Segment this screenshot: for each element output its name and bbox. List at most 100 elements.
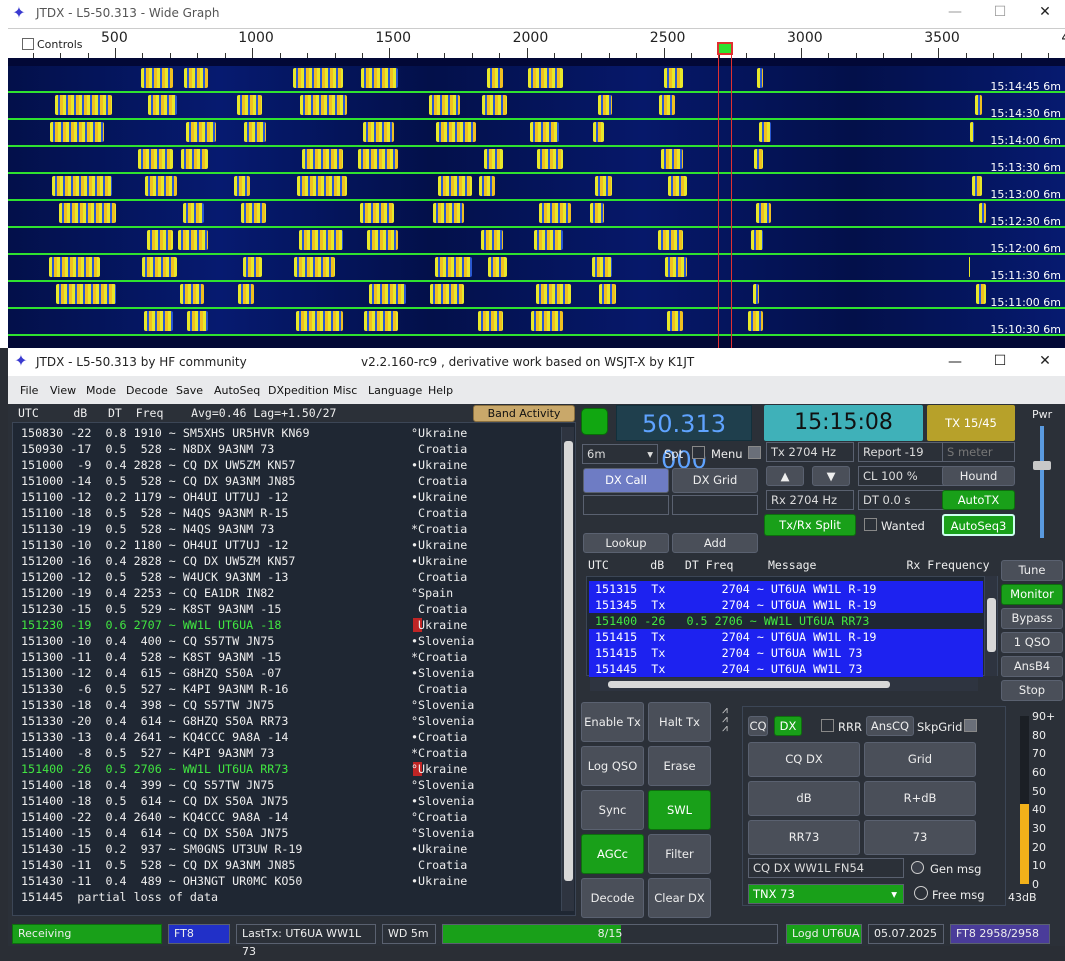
- rx-line[interactable]: 151345 Tx 2704 ~ UT6UA WW1L R-19: [589, 597, 983, 613]
- decode-line[interactable]: 151400 -15 0.4 614 ~ CQ DX S50A JN75: [21, 825, 288, 841]
- up-arrow-button[interactable]: ▲: [766, 466, 804, 486]
- checkbox-icon[interactable]: [22, 38, 34, 50]
- decode-line[interactable]: 151330 -13 0.4 2641 ~ KQ4CCC 9A8A -14: [21, 729, 288, 745]
- decode-line[interactable]: 151400 -8 0.5 527 ~ K4PI 9A3NM 73: [21, 745, 274, 761]
- wanted-checkbox[interactable]: [864, 518, 877, 531]
- rx-line[interactable]: 151400 -26 0.5 2706 ~ WW1L UT6UA RR73: [589, 613, 983, 629]
- menu-item-view[interactable]: View: [50, 384, 76, 397]
- add-button[interactable]: Add: [672, 533, 758, 553]
- band-select[interactable]: 6m ▾: [582, 444, 658, 464]
- minimize-icon[interactable]: —: [940, 4, 970, 22]
- menu-item-file[interactable]: File: [20, 384, 38, 397]
- button-filter[interactable]: Filter: [648, 834, 711, 874]
- decode-line[interactable]: 151300 -10 0.4 400 ~ CQ S57TW JN75: [21, 633, 274, 649]
- button-agcc[interactable]: AGCc: [581, 834, 644, 874]
- power-slider-handle[interactable]: [1033, 461, 1051, 470]
- rrr-checkbox[interactable]: [821, 719, 834, 732]
- dx-grid-input[interactable]: [672, 495, 758, 515]
- dx-grid-button[interactable]: DX Grid: [672, 468, 758, 493]
- dial-frequency[interactable]: 50.313 000: [616, 405, 752, 474]
- free-msg-combo[interactable]: TNX 73 ▾: [748, 884, 904, 904]
- cq-button[interactable]: CQ: [748, 716, 768, 736]
- tx-frequency-spinbox[interactable]: Tx 2704 Hz: [766, 442, 854, 462]
- button-swl-mode[interactable]: SWL mode: [648, 790, 711, 855]
- autotx-button[interactable]: AutoTX: [942, 490, 1015, 510]
- decode-line[interactable]: 151430 -15 0.2 937 ~ SM0GNS UT3UW R-19: [21, 841, 302, 857]
- gen-msg-radio[interactable]: [911, 861, 924, 874]
- tx-rx-split-button[interactable]: Tx/Rx Split: [764, 514, 856, 536]
- dt-spinbox[interactable]: DT 0.0 s: [858, 490, 946, 510]
- dx-call-button[interactable]: DX Call: [583, 468, 669, 493]
- decode-line[interactable]: 151000 -14 0.5 528 ~ CQ DX 9A3NM JN85: [21, 473, 295, 489]
- decode-line[interactable]: 151000 -9 0.4 2828 ~ CQ DX UW5ZM KN57: [21, 457, 295, 473]
- button-enable-tx[interactable]: Enable Tx: [581, 702, 644, 742]
- free-msg-radio[interactable]: [914, 886, 928, 900]
- decode-line[interactable]: 151330 -20 0.4 614 ~ G8HZQ S50A RR73: [21, 713, 288, 729]
- menu-item-language[interactable]: Language: [368, 384, 422, 397]
- menu-checkbox[interactable]: [748, 446, 761, 459]
- menu-item-decode[interactable]: Decode: [126, 384, 168, 397]
- menu-item-mode[interactable]: Mode: [86, 384, 116, 397]
- msg-button-r-db[interactable]: R+dB: [864, 781, 976, 816]
- dx-button[interactable]: DX: [774, 716, 802, 736]
- lookup-button[interactable]: Lookup: [583, 533, 669, 553]
- decode-line[interactable]: 151200 -12 0.5 528 ~ W4UCK 9A3NM -13: [21, 569, 288, 585]
- menu-item-dxpedition[interactable]: DXpedition: [268, 384, 329, 397]
- tx-period-button[interactable]: TX 15/45: [927, 405, 1015, 441]
- rx-list-hscrollbar[interactable]: [590, 678, 978, 691]
- minimize-icon[interactable]: —: [940, 354, 970, 372]
- msg-button-grid[interactable]: Grid: [864, 742, 976, 777]
- decode-line[interactable]: 151130 -10 0.2 1180 ~ OH4UI UT7UJ -12: [21, 537, 288, 553]
- decode-line[interactable]: 151230 -19 0.6 2707 ~ WW1L UT6UA -18: [21, 617, 281, 633]
- autoseq-button[interactable]: AutoSeq3: [942, 514, 1015, 536]
- decode-scrollbar[interactable]: [561, 427, 574, 911]
- scrollbar-thumb[interactable]: [564, 441, 573, 881]
- msg-button-db[interactable]: dB: [748, 781, 860, 816]
- decode-line[interactable]: 151400 -22 0.4 2640 ~ KQ4CCC 9A8A -14: [21, 809, 288, 825]
- power-slider[interactable]: [1040, 426, 1044, 538]
- menu-item-autoseq[interactable]: AutoSeq: [214, 384, 260, 397]
- button-ansb4[interactable]: AnsB4: [1001, 656, 1063, 677]
- msg-button-cq-dx[interactable]: CQ DX: [748, 742, 860, 777]
- scrollbar-thumb[interactable]: [987, 598, 996, 652]
- rx-line[interactable]: 151415 Tx 2704 ~ UT6UA WW1L 73: [589, 645, 983, 661]
- down-arrow-button[interactable]: ▼: [812, 466, 850, 486]
- button-clear-dx[interactable]: Clear DX: [648, 878, 711, 918]
- decode-line[interactable]: 150930 -17 0.5 528 ~ N8DX 9A3NM 73: [21, 441, 274, 457]
- anscq-button[interactable]: AnsCQ: [866, 716, 914, 736]
- button-stop[interactable]: Stop: [1001, 680, 1063, 701]
- msg-button-rr73[interactable]: RR73: [748, 820, 860, 855]
- button-sync[interactable]: Sync: [581, 790, 644, 830]
- dx-call-input[interactable]: [583, 495, 669, 515]
- decode-line[interactable]: 151100 -12 0.2 1179 ~ OH4UI UT7UJ -12: [21, 489, 288, 505]
- button-halt-tx[interactable]: Halt Tx: [648, 702, 711, 742]
- button-log-qso[interactable]: Log QSO: [581, 746, 644, 786]
- hound-button[interactable]: Hound: [942, 466, 1015, 486]
- button-decode[interactable]: Decode: [581, 878, 644, 918]
- controls-checkbox[interactable]: Controls: [22, 38, 83, 51]
- msg-button-73[interactable]: 73: [864, 820, 976, 855]
- waterfall[interactable]: 15:14:45 6m 15:14:30 6m 15:14:00 6m 15:13:3…: [8, 58, 1065, 348]
- menu-item-help[interactable]: Help: [428, 384, 453, 397]
- s-meter-field[interactable]: S meter: [942, 442, 1015, 462]
- decode-line[interactable]: 151100 -18 0.5 528 ~ N4QS 9A3NM R-15: [21, 505, 288, 521]
- decode-line[interactable]: 151400 -18 0.4 399 ~ CQ S57TW JN75: [21, 777, 274, 793]
- skpgrid-checkbox[interactable]: [964, 719, 977, 732]
- decode-line[interactable]: 151330 -6 0.5 527 ~ K4PI 9A3NM R-16: [21, 681, 288, 697]
- report-spinbox[interactable]: Report -19: [858, 442, 946, 462]
- close-icon[interactable]: ✕: [1030, 353, 1060, 371]
- decode-line[interactable]: 151445 partial loss of data: [21, 889, 218, 905]
- cl-spinbox[interactable]: CL 100 %: [858, 466, 946, 486]
- menu-item-save[interactable]: Save: [176, 384, 203, 397]
- decode-line[interactable]: 151200 -19 0.4 2253 ~ CQ EA1DR IN82: [21, 585, 274, 601]
- decode-line[interactable]: 151330 -18 0.4 398 ~ CQ S57TW JN75: [21, 697, 274, 713]
- close-icon[interactable]: ✕: [1030, 4, 1060, 22]
- band-activity-list[interactable]: 150830 -22 0.8 1910 ~ SM5XHS UR5HVR KN69…: [12, 422, 576, 916]
- decode-line[interactable]: 151300 -11 0.4 528 ~ K8ST 9A3NM -15: [21, 649, 281, 665]
- menu-item-misc[interactable]: Misc: [333, 384, 357, 397]
- tx-marker-flag[interactable]: [717, 42, 733, 55]
- button-erase[interactable]: Erase: [648, 746, 711, 786]
- decode-line[interactable]: 151230 -15 0.5 529 ~ K8ST 9A3NM -15: [21, 601, 281, 617]
- band-activity-button[interactable]: Band Activity: [473, 405, 575, 422]
- decode-line[interactable]: 151400 -18 0.5 614 ~ CQ DX S50A JN75: [21, 793, 288, 809]
